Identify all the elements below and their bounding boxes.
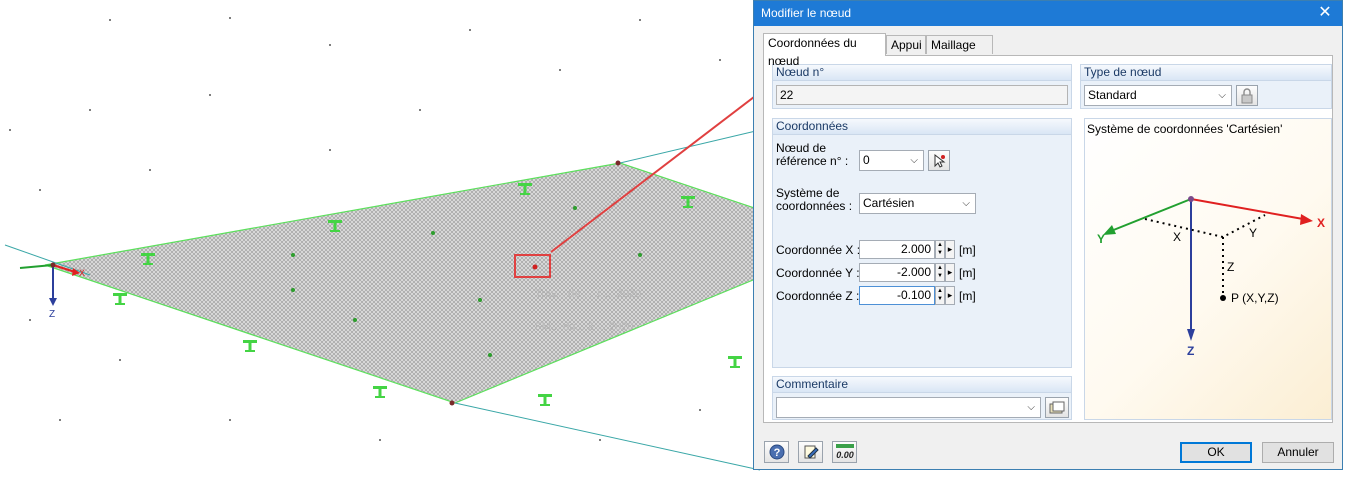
comment-header: Commentaire [773, 377, 1071, 393]
dialog-title: Modifier le nœud [761, 6, 852, 20]
watermark-2: FM... du... 2 ... 2020 [535, 321, 633, 333]
axis-label-x: X [79, 268, 85, 278]
coord-y-unit: [m] [959, 266, 976, 280]
coord-z-spinner[interactable]: ▲ ▼ [935, 286, 945, 305]
close-icon[interactable]: ✕ [1308, 1, 1342, 26]
reference-node-label-2: référence n° : [776, 154, 849, 168]
comment-library-button[interactable] [1045, 397, 1069, 418]
watermark-1: Trav... de ... 1 ... 2020 [535, 288, 641, 300]
node-type-header: Type de nœud [1081, 65, 1331, 81]
lock-button[interactable] [1236, 85, 1258, 106]
slab-mesh[interactable] [44, 162, 852, 404]
cancel-button[interactable]: Annuler [1262, 442, 1334, 463]
chevron-down-icon: ⌵ [1218, 90, 1226, 101]
axis-label-z: Z [49, 309, 55, 320]
coord-z-input[interactable]: -0.100 [859, 286, 935, 305]
help-icon: ? [769, 444, 784, 460]
diagram-axis-z: Z [1187, 344, 1195, 358]
chevron-down-icon: ⌵ [962, 198, 970, 209]
diagram-axis-x: X [1317, 216, 1326, 230]
diagram-dim-y: Y [1249, 226, 1258, 240]
coord-x-unit: [m] [959, 243, 976, 257]
node-type-select[interactable]: Standard ⌵ [1084, 85, 1232, 106]
edit-note-icon [804, 445, 819, 459]
units-icon-text: 0.00 [836, 450, 854, 460]
cartesian-axes-icon [1103, 196, 1313, 341]
coord-y-label: Coordonnée Y : [776, 266, 860, 280]
tab-node-coordinates[interactable]: Coordonnées du nœud [763, 33, 886, 68]
coord-y-menu-button[interactable]: ▸ [945, 263, 955, 282]
coordinates-header: Coordonnées [773, 119, 1071, 135]
global-axes-icon: Z X [19, 262, 85, 320]
diagram-axis-y: Y [1097, 232, 1106, 246]
lock-icon [1241, 88, 1253, 104]
tab-panel: Nœud n° 22 Type de nœud Standard ⌵ Coord… [763, 55, 1333, 423]
coord-x-input[interactable]: 2.000 [859, 240, 935, 259]
library-icon [1049, 401, 1065, 414]
coord-z-label: Coordonnée Z : [776, 289, 860, 303]
chevron-down-icon: ⌵ [910, 155, 918, 166]
coord-z-unit: [m] [959, 289, 976, 303]
reference-node-value: 0 [863, 153, 870, 167]
comment-select[interactable]: ⌵ [776, 397, 1041, 418]
edit-node-dialog: Modifier le nœud ✕ Coordonnées du nœud A… [753, 0, 1343, 470]
coord-y-spinner[interactable]: ▲ ▼ [935, 263, 945, 282]
coord-z-menu-button[interactable]: ▸ [945, 286, 955, 305]
ok-button[interactable]: OK [1180, 442, 1252, 463]
tab-fe-mesh[interactable]: Maillage EF [926, 35, 993, 70]
coord-system-select[interactable]: Cartésien ⌵ [859, 193, 976, 214]
node-type-group: Type de nœud Standard ⌵ [1080, 64, 1332, 109]
coord-x-label: Coordonnée X : [776, 243, 861, 257]
help-button[interactable]: ? [764, 441, 789, 463]
coord-x-spinner[interactable]: ▲ ▼ [935, 240, 945, 259]
diagram-point-label: P (X,Y,Z) [1231, 291, 1279, 305]
coord-system-diagram: Système de coordonnées 'Cartésien' X Y Z [1084, 118, 1332, 420]
selected-node[interactable] [532, 264, 538, 270]
svg-text:?: ? [773, 447, 780, 459]
coord-system-label-2: coordonnées : [776, 199, 853, 213]
diagram-dim-x: X [1173, 230, 1182, 244]
units-button[interactable]: 0.00 [832, 441, 857, 463]
cursor-pick-icon [934, 153, 946, 168]
coord-y-input[interactable]: -2.000 [859, 263, 935, 282]
chevron-down-icon: ⌵ [1027, 402, 1035, 413]
comment-group: Commentaire ⌵ [772, 376, 1072, 420]
coordinates-group: Coordonnées Nœud de référence n° : 0 ⌵ S… [772, 118, 1072, 368]
diagram-dim-z: Z [1227, 260, 1235, 274]
node-number-header: Nœud n° [773, 65, 1071, 81]
node-number-group: Nœud n° 22 [772, 64, 1072, 109]
node-type-value: Standard [1088, 88, 1137, 102]
tab-support[interactable]: Appui [886, 35, 926, 54]
pick-node-button[interactable] [928, 150, 950, 171]
units-decimal-icon: 0.00 [835, 444, 854, 460]
node-number-field[interactable]: 22 [776, 85, 1068, 105]
coord-x-menu-button[interactable]: ▸ [945, 240, 955, 259]
reference-node-select[interactable]: 0 ⌵ [859, 150, 924, 171]
edit-note-button[interactable] [798, 441, 823, 463]
coord-system-value: Cartésien [863, 196, 915, 210]
title-bar[interactable]: Modifier le nœud ✕ [754, 1, 1342, 26]
